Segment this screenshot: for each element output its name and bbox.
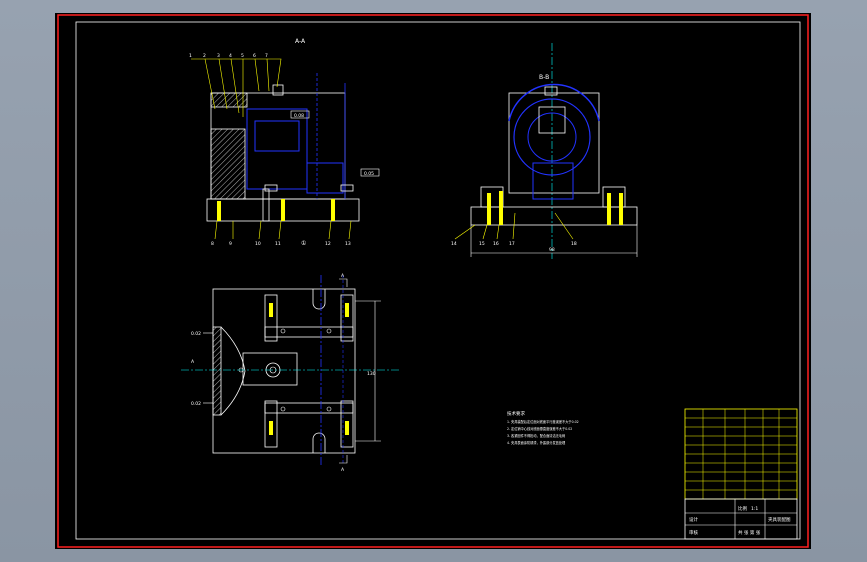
item-number-label: 9 [229,241,232,247]
item-number-label: 3 [217,53,220,59]
plan-pin [269,303,273,317]
title-scale-value: 1:1 [751,506,758,512]
item-number-label: 1 [189,53,192,59]
item-number-label: 18 [571,241,577,247]
front-callout-text: 0.08 [294,113,304,119]
front-hidden-slot [306,162,344,194]
side-hidden-post [532,162,574,200]
plan-pin [269,421,273,435]
front-pin [262,188,270,222]
tech-notes-heading: 技术要求 [507,410,525,417]
front-hatch-top [210,92,248,108]
plan-jaw [212,326,222,416]
tech-note-item: 3. 各紧固件不得松动，配合面清洁无毛刺 [507,433,565,438]
tech-note-item: 1. 夹具装配后定位面对底面平行度误差不大于0.02 [507,419,579,424]
front-hidden-pocket [254,120,300,152]
front-pin [217,201,221,221]
plan-clamp-bar [264,294,278,342]
front-section-view: A-A 0.08 0.05 ① 1 2 3 4 5 6 7 8 9 10 11 … [189,38,380,247]
side-pin [619,193,623,225]
plan-section-mark-top: A [341,273,345,279]
item-number-label: 17 [509,241,515,247]
side-top-screw [544,86,558,96]
front-bolt-head [264,184,278,192]
item-number-label: 2 [203,53,206,59]
plan-u-slot-bottom [312,432,326,453]
side-body [508,92,600,194]
plan-jaw-curve [220,326,246,416]
front-callout-text: 0.05 [364,171,374,177]
side-section-view: B-B 98 14 15 16 17 18 [451,43,638,259]
title-block: 夹具装配图 比例 1:1 设计 审核 共 张 第 张 [684,408,798,540]
item-number-label: 13 [345,241,351,247]
front-leaders-bottom [214,220,352,240]
plan-bolt-hole [280,328,286,334]
side-pin [487,193,491,225]
plan-u-slot-top [312,289,326,310]
item-number-label: 16 [493,241,499,247]
side-balloons-bottom: 14 15 16 17 18 [451,241,577,247]
plan-section-mark-bottom: A [341,467,345,473]
item-number-label: 11 [275,241,281,247]
item-number-label: 4 [229,53,232,59]
tech-note-item: 2. 定位销中心线对底面垂直度误差不大于0.02 [507,426,572,431]
plan-cross-bar [264,326,354,338]
technical-requirements: 技术要求 1. 夹具装配后定位面对底面平行度误差不大于0.02 2. 定位销中心… [507,410,579,445]
front-hatch-block [210,128,246,200]
plan-view: A A 130 0.02 A 0.02 [181,273,401,473]
plan-outline [212,288,356,454]
sheet-inner-frame [75,21,801,540]
plan-bolt-hole [280,406,286,412]
sheet-outer-frame [57,14,809,548]
plan-callout-text: 0.02 [191,401,201,407]
title-sheet-label: 共 张 第 张 [738,529,761,536]
side-dimension-text: 98 [549,247,555,253]
front-leaders-top [191,58,282,117]
plan-bolt-hole [326,328,332,334]
item-number-label: 12 [325,241,331,247]
side-pin [607,193,611,225]
title-scale-label: 比例 [738,505,747,512]
plan-callout-text: A [191,359,195,365]
front-balloons-bottom: 8 9 10 11 12 13 [211,241,351,247]
plan-bolt-hole [326,406,332,412]
parts-list-rows [685,409,797,499]
side-base-plate [470,206,638,226]
item-number-label: 7 [265,53,268,59]
plan-cross-bar [264,402,354,414]
cad-drawing: A-A 0.08 0.05 ① 1 2 3 4 5 6 7 8 9 10 11 … [57,14,809,548]
plan-pin [345,421,349,435]
front-pin [281,199,285,221]
item-number-label: 14 [451,241,457,247]
item-number-label: 10 [255,241,261,247]
item-number-label: 15 [479,241,485,247]
cad-viewport[interactable]: A-A 0.08 0.05 ① 1 2 3 4 5 6 7 8 9 10 11 … [55,13,811,549]
title-drawing-name: 夹具装配图 [768,516,791,523]
plan-callout-text: 0.02 [191,331,201,337]
title-checker: 审核 [689,529,698,536]
front-top-screw [272,84,284,96]
side-view-title: B-B [539,74,549,81]
front-pin [331,199,335,221]
title-designer: 设计 [689,516,698,523]
front-balloons-top: 1 2 3 4 5 6 7 [189,53,268,59]
front-view-title: A-A [295,38,306,45]
item-number-label: 8 [211,241,214,247]
side-leaders [454,212,574,240]
plan-dimension-text: 130 [367,371,376,377]
side-bore-arc [508,83,600,122]
plan-pin [345,303,349,317]
side-pin [499,191,503,225]
tech-note-item: 4. 夹具表面涂防锈漆，外露部分发蓝处理 [507,440,566,445]
item-number-label: 6 [253,53,256,59]
front-datum-symbol: ① [301,240,306,247]
item-number-label: 5 [241,53,244,59]
